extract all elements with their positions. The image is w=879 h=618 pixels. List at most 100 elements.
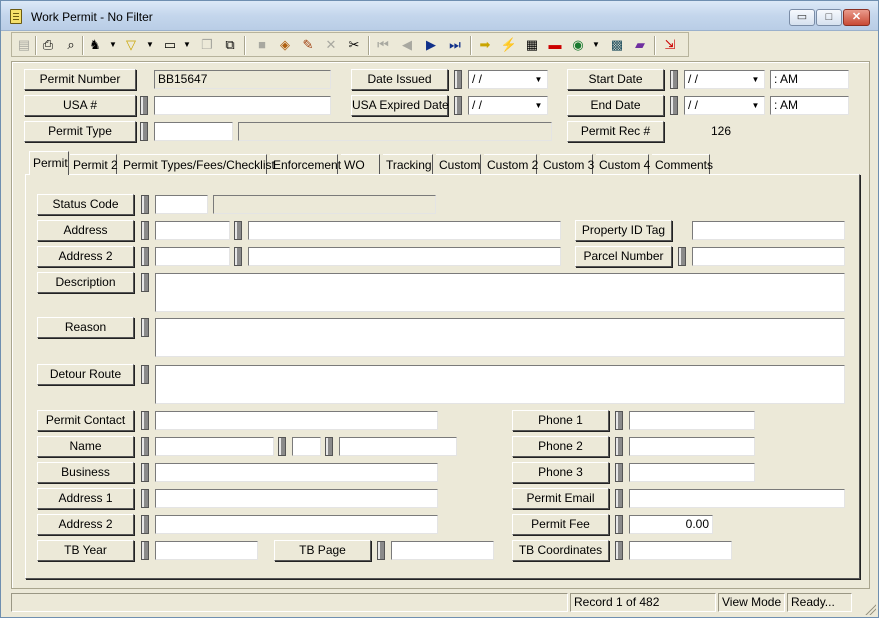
end-time-field[interactable]: : AM [770, 96, 849, 115]
report-icon[interactable]: ▦ [523, 36, 541, 54]
address-button[interactable]: Address [37, 220, 134, 241]
permit-contact-button[interactable]: Permit Contact [37, 410, 134, 431]
previous-record-icon[interactable]: ◀ [398, 36, 416, 54]
tab-custom-2[interactable]: Custom 2 [484, 154, 538, 174]
goto-arrow-icon[interactable]: ➡ [476, 36, 494, 54]
permit-number-field[interactable]: BB15647 [154, 70, 331, 89]
address-2-street-field[interactable] [248, 247, 561, 266]
toolbox-icon[interactable]: ▬ [546, 36, 564, 54]
minimize-button[interactable]: ▭ [789, 9, 815, 26]
start-date-button[interactable]: Start Date [567, 69, 664, 90]
end-date-field[interactable]: / / ▼ [684, 96, 765, 115]
address-1-button[interactable]: Address 1 [37, 488, 134, 509]
address-number-field[interactable] [155, 221, 230, 240]
permit-fee-field[interactable]: 0.00 [629, 515, 713, 534]
detour-route-button[interactable]: Detour Route [37, 364, 134, 385]
start-date-field[interactable]: / / ▼ [684, 70, 765, 89]
name-first-field[interactable] [155, 437, 274, 456]
next-record-icon[interactable]: ▶ [422, 36, 440, 54]
business-button[interactable]: Business [37, 462, 134, 483]
chevron-down-icon[interactable]: ▼ [748, 72, 763, 87]
address-2-number-field[interactable] [155, 247, 230, 266]
globe-icon[interactable]: ◉ [569, 36, 587, 54]
calculator-icon[interactable]: ▩ [608, 36, 626, 54]
title-bar[interactable]: Work Permit - No Filter ▭ □ ✕ [1, 1, 878, 31]
reason-button[interactable]: Reason [37, 317, 134, 338]
tab-custom-4[interactable]: Custom 4 [596, 154, 650, 174]
contact-address-2-button[interactable]: Address 2 [37, 514, 134, 535]
tab-comments[interactable]: Comments [652, 154, 713, 174]
permit-contact-field[interactable] [155, 411, 438, 430]
save-icon[interactable]: ■ [253, 36, 271, 54]
date-issued-field[interactable]: / / ▼ [468, 70, 548, 89]
end-date-button[interactable]: End Date [567, 95, 664, 116]
status-code-field[interactable] [155, 195, 208, 214]
chevron-down-icon[interactable]: ▼ [109, 39, 117, 51]
tab-permit-types-fees-checklist[interactable]: Permit Types/Fees/Checklist [120, 154, 275, 174]
tab-wo[interactable]: WO [341, 154, 380, 174]
tab-custom[interactable]: Custom [436, 154, 481, 174]
permit-rec-button[interactable]: Permit Rec # [567, 121, 664, 142]
permit-fee-button[interactable]: Permit Fee [512, 514, 609, 535]
chevron-down-icon[interactable]: ▼ [531, 98, 546, 113]
find-icon[interactable]: ♞ [86, 36, 104, 54]
phone-3-field[interactable] [629, 463, 755, 482]
business-field[interactable] [155, 463, 438, 482]
exit-icon[interactable]: ⇲ [661, 36, 679, 54]
permit-number-button[interactable]: Permit Number [24, 69, 136, 90]
notebook-icon[interactable]: ▰ [631, 36, 649, 54]
tab-tracking[interactable]: Tracking [383, 154, 433, 174]
name-last-field[interactable] [339, 437, 457, 456]
property-id-tag-field[interactable] [692, 221, 845, 240]
address-1-field[interactable] [155, 489, 438, 508]
close-button[interactable]: ✕ [843, 9, 870, 26]
phone-2-field[interactable] [629, 437, 755, 456]
stack-icon[interactable]: ◈ [276, 36, 294, 54]
maximize-button[interactable]: □ [816, 9, 842, 26]
usa-expired-date-button[interactable]: USA Expired Date [351, 95, 449, 116]
permit-email-button[interactable]: Permit Email [512, 488, 609, 509]
reason-field[interactable] [155, 318, 845, 357]
tb-page-button[interactable]: TB Page [274, 540, 371, 561]
tb-page-field[interactable] [391, 541, 494, 560]
phone-1-button[interactable]: Phone 1 [512, 410, 609, 431]
tb-coordinates-button[interactable]: TB Coordinates [512, 540, 609, 561]
usa-number-field[interactable] [154, 96, 331, 115]
tb-coordinates-field[interactable] [629, 541, 732, 560]
tab-permit[interactable]: Permit [29, 151, 69, 175]
chevron-down-icon[interactable]: ▼ [183, 39, 191, 51]
usa-expired-date-field[interactable]: / / ▼ [468, 96, 548, 115]
attach-icon[interactable]: ⧉ [221, 36, 239, 54]
resize-grip-icon[interactable] [864, 603, 876, 615]
usa-number-button[interactable]: USA # [24, 95, 136, 116]
start-time-field[interactable]: : AM [770, 70, 849, 89]
description-field[interactable] [155, 273, 845, 312]
phone-3-button[interactable]: Phone 3 [512, 462, 609, 483]
chevron-down-icon[interactable]: ▼ [592, 39, 600, 51]
parcel-number-field[interactable] [692, 247, 845, 266]
copy-record-icon[interactable]: ❐ [198, 36, 216, 54]
permit-type-button[interactable]: Permit Type [24, 121, 136, 142]
description-button[interactable]: Description [37, 272, 134, 293]
new-record-icon[interactable]: ▭ [161, 36, 179, 54]
delete-icon[interactable]: ✕ [322, 36, 340, 54]
cut-icon[interactable]: ✂ [345, 36, 363, 54]
permit-email-field[interactable] [629, 489, 845, 508]
print-preview-icon[interactable]: ⌕ [62, 36, 80, 54]
parcel-number-button[interactable]: Parcel Number [575, 246, 672, 267]
first-record-icon[interactable]: ⏮ [374, 36, 392, 54]
contact-address-2-field[interactable] [155, 515, 438, 534]
address-2-button[interactable]: Address 2 [37, 246, 134, 267]
name-button[interactable]: Name [37, 436, 134, 457]
phone-1-field[interactable] [629, 411, 755, 430]
filter-icon[interactable]: ▽ [122, 36, 140, 54]
detour-route-field[interactable] [155, 365, 845, 404]
chevron-down-icon[interactable]: ▼ [146, 39, 154, 51]
property-id-tag-button[interactable]: Property ID Tag [575, 220, 672, 241]
phone-2-button[interactable]: Phone 2 [512, 436, 609, 457]
status-code-button[interactable]: Status Code [37, 194, 134, 215]
lightning-icon[interactable]: ⚡ [500, 36, 518, 54]
list-view-icon[interactable]: ▤ [15, 36, 33, 54]
tab-permit-2[interactable]: Permit 2 [70, 154, 118, 174]
permit-type-code-field[interactable] [154, 122, 233, 141]
